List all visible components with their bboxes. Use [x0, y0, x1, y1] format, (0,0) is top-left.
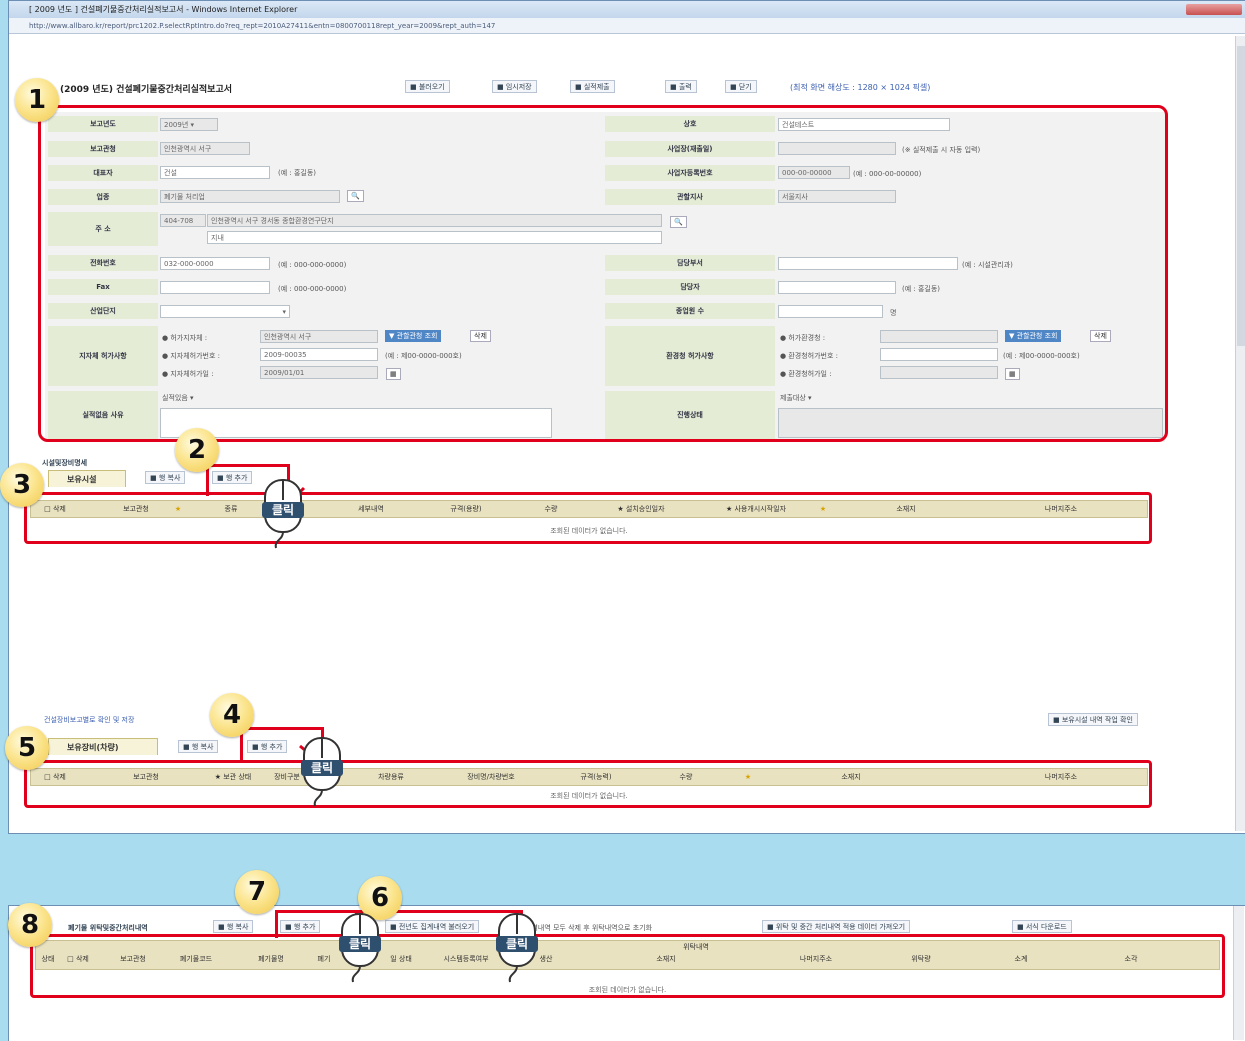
- print-button[interactable]: ■ 출력: [665, 80, 697, 93]
- scrollbar-2[interactable]: [1233, 906, 1244, 1040]
- highlight-box-section3: [30, 934, 1225, 998]
- tab-equipment[interactable]: 보유장비(차량): [48, 738, 158, 755]
- scrollbar[interactable]: [1235, 36, 1245, 831]
- highlight-box-section2: [24, 760, 1152, 808]
- mouse-click-icon: 클릭: [262, 478, 312, 554]
- click-label: 클릭: [349, 937, 371, 951]
- fetch-data-button[interactable]: ■ 위탁 및 중간 처리내역 적용 데이터 가져오기: [762, 920, 911, 933]
- window-titlebar: [ 2009 년도 ] 건설폐기물중간처리실적보고서 - Windows Int…: [9, 1, 1245, 18]
- click-label: 클릭: [311, 761, 333, 775]
- callout-3: 3: [0, 463, 44, 507]
- section3-note: 입력내역 모두 삭제 후 위탁내역으로 초기화: [525, 924, 653, 932]
- section1-title: 시설및장비명세: [42, 459, 88, 467]
- section1-copy-row-button[interactable]: ■ 행 복사: [145, 471, 186, 484]
- click-label: 클릭: [272, 503, 294, 517]
- resolution-hint: (최적 화면 해상도 : 1280 × 1024 픽셀): [790, 83, 931, 92]
- load-button[interactable]: ■ 불러오기: [405, 80, 450, 93]
- address-bar[interactable]: http://www.allbaro.kr/report/prc1202.P.s…: [9, 18, 1245, 34]
- click-label: 클릭: [506, 937, 528, 951]
- callout-2: 2: [175, 428, 219, 472]
- window-title: [ 2009 년도 ] 건설폐기물중간처리실적보고서 - Windows Int…: [29, 5, 298, 14]
- temp-save-button[interactable]: ■ 임시저장: [492, 80, 537, 93]
- window-controls[interactable]: [1186, 4, 1242, 15]
- submit-button[interactable]: ■ 실적제출: [570, 80, 615, 93]
- highlight-box-form: [38, 105, 1168, 442]
- mouse-click-icon: 클릭: [298, 736, 348, 812]
- close-button[interactable]: ■ 닫기: [725, 80, 757, 93]
- section2-link[interactable]: 건설장비보고별로 확인 및 저장: [44, 715, 134, 725]
- mouse-click-icon: 클릭: [493, 912, 543, 988]
- tab-facilities[interactable]: 보유시설: [48, 470, 126, 487]
- callout-8: 8: [8, 903, 52, 947]
- callout-4: 4: [210, 693, 254, 737]
- section2-right-button[interactable]: ■ 보유시설 내역 작업 확인: [1048, 713, 1138, 726]
- address-url: http://www.allbaro.kr/report/prc1202.P.s…: [29, 22, 496, 30]
- section3-copy-row-button[interactable]: ■ 행 복사: [213, 920, 254, 933]
- highlight-box-section1: [24, 492, 1152, 544]
- callout-1: 1: [15, 78, 59, 122]
- section3-title: 폐기물 위탁및중간처리내역: [68, 924, 148, 932]
- callout-5: 5: [5, 726, 49, 770]
- form-title: (2009 년도) 건설폐기물중간처리실적보고서: [60, 85, 233, 95]
- section2-copy-row-button[interactable]: ■ 행 복사: [178, 740, 219, 753]
- download-template-button[interactable]: ■ 서식 다운로드: [1012, 920, 1072, 933]
- mouse-click-icon: 클릭: [336, 912, 386, 988]
- callout-7: 7: [235, 870, 279, 914]
